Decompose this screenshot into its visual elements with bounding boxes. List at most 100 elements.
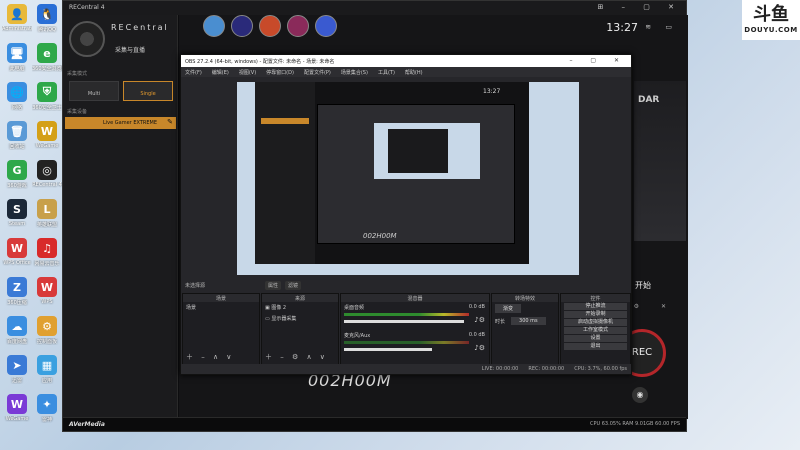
channel-name: 桌面音频 — [344, 305, 365, 311]
menu-tools[interactable]: 工具(T) — [378, 69, 395, 76]
desktop-icon[interactable]: L 英雄联盟 — [32, 199, 62, 228]
obs-statusbar: LIVE: 00:00:00 REC: 00:00:00 CPU: 3.7%, … — [181, 364, 631, 374]
duration-input[interactable]: 300 ms — [511, 317, 546, 325]
avermedia-logo: AVerMedia — [69, 421, 105, 428]
desktop-icon-label: 网络 — [11, 105, 22, 111]
audio-meter — [344, 313, 469, 316]
avatar[interactable] — [287, 15, 309, 37]
scene-item[interactable]: 场景 — [183, 302, 259, 313]
obs-window-controls[interactable]: – ▢ ✕ — [569, 57, 627, 64]
no-source-label: 未选择源 — [185, 283, 206, 289]
avatar[interactable] — [231, 15, 253, 37]
settings-button[interactable]: 设置 — [564, 335, 627, 342]
recentral-logo-icon — [69, 21, 105, 57]
source-item-label: 显示器采集 — [271, 316, 297, 322]
volume-slider[interactable] — [344, 320, 464, 323]
recentral-sidebar: RECentral 采集与直播 采集模式 Multi Single 采集设备 L… — [63, 15, 178, 419]
desktop-icon[interactable]: 🗑 回收站 — [2, 121, 32, 150]
app-icon: W — [7, 394, 27, 414]
speaker-icon[interactable]: ♪⚙ — [474, 316, 485, 324]
avatar[interactable] — [203, 15, 225, 37]
mode-multi-button[interactable]: Multi — [69, 81, 119, 101]
desktop-icon-label: 英雄联盟 — [36, 222, 57, 228]
captured-screen: 13:27 002H00M — [237, 82, 579, 275]
app-icon: ➤ — [7, 355, 27, 375]
virtual-camera-button[interactable]: 启动虚拟摄像机 — [564, 319, 627, 326]
channel-db: 0.0 dB — [468, 304, 485, 310]
desktop-icon[interactable]: ♫ 网易云音乐 — [32, 238, 62, 267]
menu-help[interactable]: 帮助(H) — [405, 69, 423, 76]
sources-dock: 来源 ▣ 图像 2 ▭ 显示器采集 ＋ – ⚙ ∧ ∨ — [261, 293, 339, 365]
filters-button[interactable]: 滤镜 — [285, 281, 302, 290]
desktop-icon[interactable]: 🌐 网络 — [2, 82, 32, 111]
properties-button[interactable]: 属性 — [265, 281, 282, 290]
desktop-icon[interactable]: e 360安全浏览器 — [32, 43, 62, 72]
studio-mode-button[interactable]: 工作室模式 — [564, 327, 627, 334]
app-icon: ⚙ — [37, 316, 57, 336]
desktop-icon[interactable]: ➤ 迅雷 — [2, 355, 32, 384]
desktop-icon[interactable]: ✦ 雷神 — [32, 394, 62, 423]
menu-file[interactable]: 文件(F) — [185, 69, 202, 76]
exit-button[interactable]: 退出 — [564, 343, 627, 350]
desktop-icon-label: 控制面板 — [36, 339, 57, 345]
avatar[interactable] — [315, 15, 337, 37]
volume-slider[interactable] — [344, 348, 432, 351]
desktop-icon-label: 360安全浏览器 — [32, 66, 62, 72]
app-icon: Z — [7, 277, 27, 297]
window-controls[interactable]: ⊞ – ▢ ✕ — [597, 3, 682, 11]
start-live-label[interactable]: 开始 — [635, 280, 651, 291]
douyu-watermark: 斗鱼 DOUYU.COM — [742, 0, 800, 40]
desktop-icon[interactable]: S Steam — [2, 199, 32, 227]
device-name: Live Gamer EXTREME — [103, 120, 157, 126]
desktop-icon[interactable]: ◎ RECentral 4 — [32, 160, 62, 188]
pencil-icon[interactable]: ✎ — [167, 118, 173, 126]
menu-scene-collection[interactable]: 场景集合(S) — [341, 69, 368, 76]
start-recording-button[interactable]: 开始录制 — [564, 311, 627, 318]
source-tools[interactable]: ＋ – ⚙ ∧ ∨ — [265, 352, 328, 362]
mixer-dock: 混音器 桌面音频 0.0 dB ♪⚙ 麦克风/Aux 0.0 dB ♪⚙ — [340, 293, 490, 365]
obs-preview-canvas[interactable]: 13:27 002H00M — [181, 77, 631, 277]
game-thumbnail[interactable]: DAR — [634, 81, 686, 241]
desktop-icon[interactable]: Z 360压缩 — [2, 277, 32, 306]
desktop-icon-label: 360安全卫士 — [32, 105, 62, 111]
desktop-icon[interactable]: W WeGame — [32, 121, 62, 149]
desktop-icon[interactable]: ⛨ 360安全卫士 — [32, 82, 62, 111]
desktop-icon[interactable]: ☁ 百度网盘 — [2, 316, 32, 345]
desktop-icon[interactable]: 🖥 此电脑 — [2, 43, 32, 72]
desktop-icon-label: WeGame — [5, 416, 29, 422]
transition-select[interactable]: 渐变 — [495, 304, 522, 313]
desktop-icon[interactable]: ⚙ 控制面板 — [32, 316, 62, 345]
clock: 13:27 — [606, 21, 638, 34]
mode-single-button[interactable]: Single — [123, 81, 173, 101]
desktop-icon-label: 百度网盘 — [6, 339, 27, 345]
recentral-window-title: RECentral 4 — [69, 4, 105, 11]
source-item[interactable]: ▭ 显示器采集 — [262, 313, 338, 324]
controls-dock: 控件 停止推流 开始录制 启动虚拟摄像机 工作室模式 设置 退出 — [560, 293, 631, 365]
desktop-icon-label: RECentral 4 — [32, 182, 62, 188]
device-item[interactable]: Live Gamer EXTREME ✎ — [65, 117, 176, 129]
desktop-icon[interactable]: W WPS Office — [2, 238, 32, 266]
menu-view[interactable]: 视图(V) — [239, 69, 256, 76]
source-item[interactable]: ▣ 图像 2 — [262, 302, 338, 313]
desktop-icon[interactable]: W WPS — [32, 277, 62, 305]
menu-profile[interactable]: 配置文件(P) — [304, 69, 331, 76]
menu-docks[interactable]: 停靠窗口(D) — [266, 69, 294, 76]
desktop-icon[interactable]: 🐧 腾讯QQ — [32, 4, 62, 33]
obs-titlebar: OBS 27.2.4 (64-bit, windows) - 配置文件: 未命名… — [181, 55, 631, 67]
menu-edit[interactable]: 编辑(E) — [212, 69, 229, 76]
camera-icon[interactable]: ◉ — [632, 387, 648, 403]
desktop-icon[interactable]: 👤 Administrator — [2, 4, 32, 32]
desktop-icon-label: 此电脑 — [9, 66, 25, 72]
speaker-icon[interactable]: ♪⚙ — [474, 344, 485, 352]
app-icon: 🌐 — [7, 82, 27, 102]
avatar[interactable] — [259, 15, 281, 37]
desktop-icon-label: Steam — [8, 221, 26, 227]
desktop-icon[interactable]: G 360游戏 — [2, 160, 32, 189]
desktop-icon[interactable]: W WeGame — [2, 394, 32, 422]
cpu-status: CPU: 3.7%, 60.00 fps — [574, 366, 627, 372]
app-icon: ◎ — [37, 160, 57, 180]
stop-streaming-button[interactable]: 停止推流 — [564, 303, 627, 310]
scene-tools[interactable]: ＋ – ∧ ∨ — [186, 352, 234, 362]
desktop-icon[interactable]: ▦ 应用 — [32, 355, 62, 384]
desktop-icon-label: 雷神 — [41, 417, 52, 423]
